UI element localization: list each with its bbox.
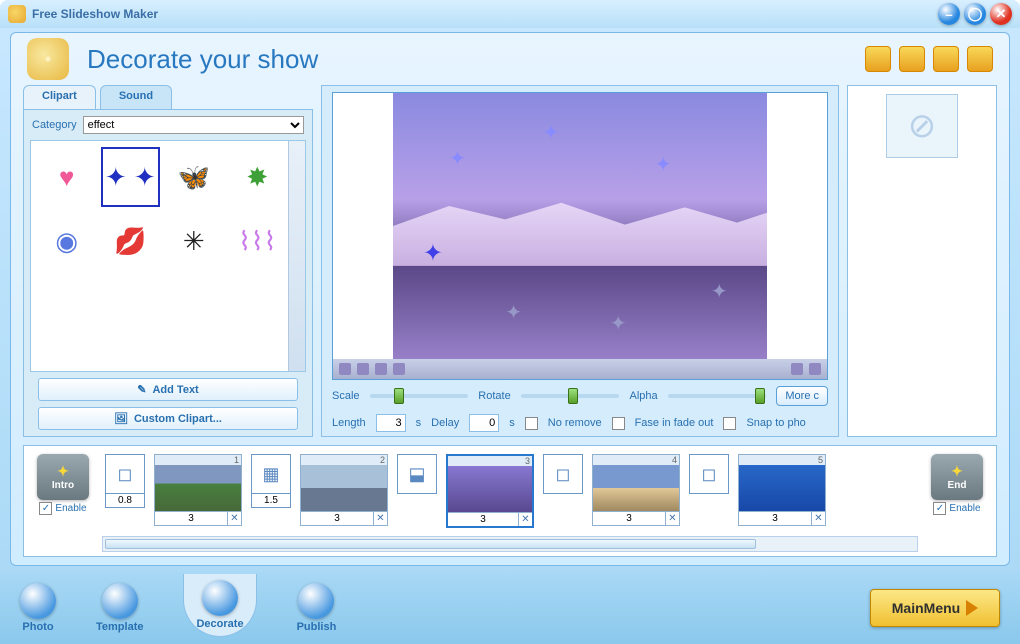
- clipart-item[interactable]: ✸: [228, 147, 288, 207]
- preview: ✦ ✦ ✦ ✦ ✦ ✦ ✦: [332, 92, 828, 380]
- nav-template[interactable]: Template: [96, 583, 143, 633]
- header: Decorate your show: [11, 33, 1009, 85]
- mainmenu-button[interactable]: MainMenu: [870, 589, 1000, 627]
- publish-icon: [298, 583, 334, 619]
- slide-duration-input[interactable]: [155, 511, 227, 525]
- template-icon: [102, 583, 138, 619]
- volume-button[interactable]: [791, 363, 803, 375]
- transition-item[interactable]: ◻: [540, 454, 586, 494]
- intro-button[interactable]: Intro: [37, 454, 89, 500]
- remove-slide-button[interactable]: ✕: [665, 511, 679, 525]
- slide-duration-input[interactable]: [739, 511, 811, 525]
- player-bar: [333, 359, 827, 379]
- length-label: Length: [332, 417, 366, 429]
- slide-duration-input[interactable]: [448, 512, 518, 526]
- end-button[interactable]: End: [931, 454, 983, 500]
- alpha-label: Alpha: [629, 390, 657, 402]
- main-panel: Decorate your show Clipart Sound Categor…: [10, 32, 1010, 566]
- transition-item[interactable]: ▦1.5: [248, 454, 294, 508]
- open-folder-button[interactable]: [865, 46, 891, 72]
- no-selection-icon: ⊘: [886, 94, 958, 158]
- slide-item[interactable]: 3✕: [446, 454, 534, 528]
- remove-slide-button[interactable]: ✕: [373, 511, 387, 525]
- intro-enable-checkbox[interactable]: [39, 502, 52, 515]
- length-input[interactable]: [376, 414, 406, 432]
- save-button[interactable]: [899, 46, 925, 72]
- pencil-icon: ✎: [137, 383, 146, 396]
- fade-checkbox[interactable]: [612, 417, 625, 430]
- tab-clipart[interactable]: Clipart: [23, 85, 96, 109]
- globe-icon: [20, 583, 56, 619]
- clipart-item[interactable]: 🦋: [164, 147, 224, 207]
- selection-panel: ⊘: [847, 85, 997, 437]
- slide-duration-input[interactable]: [301, 511, 373, 525]
- next-button[interactable]: [393, 363, 405, 375]
- rotate-label: Rotate: [478, 390, 510, 402]
- custom-clipart-button[interactable]: 🖼 Custom Clipart...: [38, 407, 298, 430]
- clipart-item[interactable]: ✳: [164, 211, 224, 271]
- scale-slider[interactable]: [370, 389, 469, 403]
- delay-label: Delay: [431, 417, 459, 429]
- app-window: Free Slideshow Maker – ◯ ✕ Decorate your…: [0, 0, 1020, 644]
- scale-label: Scale: [332, 390, 360, 402]
- app-title: Free Slideshow Maker: [32, 7, 158, 21]
- remove-slide-button[interactable]: ✕: [518, 512, 532, 526]
- titlebar: Free Slideshow Maker – ◯ ✕: [0, 0, 1020, 28]
- user-button[interactable]: [933, 46, 959, 72]
- transition-item[interactable]: ⬓: [394, 454, 440, 494]
- nav-photo[interactable]: Photo: [20, 583, 56, 633]
- decorate-icon: [202, 580, 238, 616]
- clipart-item[interactable]: 💋: [101, 211, 161, 271]
- maximize-button[interactable]: ◯: [964, 3, 986, 25]
- noremove-checkbox[interactable]: [525, 417, 538, 430]
- transition-item[interactable]: ◻: [686, 454, 732, 494]
- rotate-slider[interactable]: [521, 389, 620, 403]
- slide-duration-input[interactable]: [593, 511, 665, 525]
- noremove-label: No remove: [548, 417, 602, 429]
- prev-button[interactable]: [357, 363, 369, 375]
- timeline-scrollbar[interactable]: [102, 536, 918, 552]
- first-button[interactable]: [339, 363, 351, 375]
- clover-icon: [27, 38, 69, 80]
- page-title: Decorate your show: [87, 44, 318, 75]
- slide-item[interactable]: 5✕: [738, 454, 826, 526]
- remove-slide-button[interactable]: ✕: [227, 511, 241, 525]
- clipart-item[interactable]: ♥: [37, 147, 97, 207]
- play-button[interactable]: [375, 363, 387, 375]
- slide-item[interactable]: 2✕: [300, 454, 388, 526]
- clipart-item[interactable]: ✦ ✦: [101, 147, 161, 207]
- more-button[interactable]: More c: [776, 386, 828, 406]
- help-button[interactable]: [967, 46, 993, 72]
- transition-item[interactable]: ◻0.8: [102, 454, 148, 508]
- clipart-item[interactable]: ⌇⌇⌇: [228, 211, 288, 271]
- category-select[interactable]: effect: [83, 116, 304, 134]
- slide-item[interactable]: 1✕: [154, 454, 242, 526]
- clipart-grid[interactable]: ♥✦ ✦🦋✸ ◉💋✳⌇⌇⌇: [30, 140, 306, 372]
- add-text-button[interactable]: ✎ Add Text: [38, 378, 298, 401]
- snap-checkbox[interactable]: [723, 417, 736, 430]
- clipart-item[interactable]: ◉: [37, 211, 97, 271]
- remove-slide-button[interactable]: ✕: [811, 511, 825, 525]
- slide-item[interactable]: 4✕: [592, 454, 680, 526]
- minimize-button[interactable]: –: [938, 3, 960, 25]
- workarea: Clipart Sound Category effect ♥✦ ✦🦋✸ ◉💋✳⌇…: [11, 85, 1009, 437]
- close-button[interactable]: ✕: [990, 3, 1012, 25]
- preview-image[interactable]: ✦ ✦ ✦ ✦ ✦ ✦ ✦: [393, 93, 767, 359]
- tab-sound[interactable]: Sound: [100, 85, 172, 109]
- clipart-panel: Clipart Sound Category effect ♥✦ ✦🦋✸ ◉💋✳⌇…: [23, 85, 313, 437]
- timeline-panel: Intro Enable ◻0.81✕▦1.52✕⬓3✕◻4✕◻5✕ End E…: [23, 445, 997, 557]
- snap-label: Snap to pho: [746, 417, 805, 429]
- nav-publish[interactable]: Publish: [297, 583, 337, 633]
- category-label: Category: [32, 119, 77, 131]
- fullscreen-button[interactable]: [809, 363, 821, 375]
- fade-label: Fase in fade out: [635, 417, 714, 429]
- image-icon: 🖼: [114, 412, 128, 425]
- nav-decorate[interactable]: Decorate: [183, 574, 256, 637]
- delay-input[interactable]: [469, 414, 499, 432]
- preview-panel: ✦ ✦ ✦ ✦ ✦ ✦ ✦: [321, 85, 839, 437]
- end-enable-checkbox[interactable]: [933, 502, 946, 515]
- alpha-slider[interactable]: [668, 389, 767, 403]
- bottom-nav: Photo Template Decorate Publish MainMenu: [0, 572, 1020, 644]
- app-icon: [8, 5, 26, 23]
